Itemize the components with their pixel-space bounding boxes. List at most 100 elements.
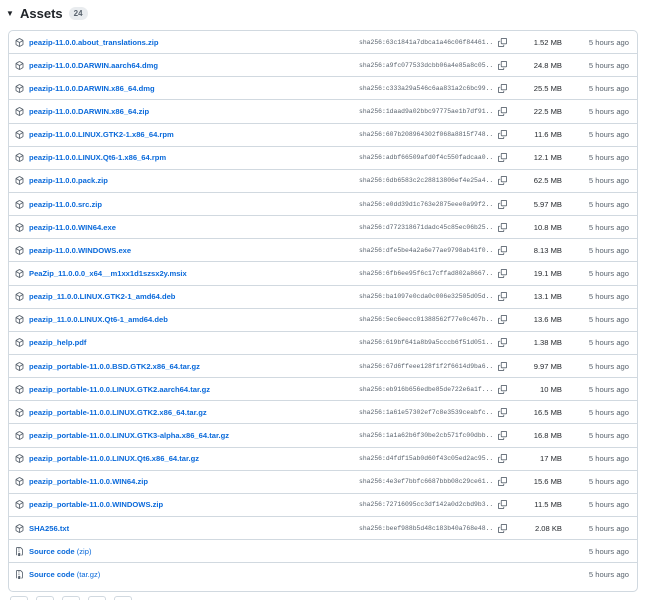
asset-download-link[interactable]: peazip-11.0.0.LINUX.GTK2-1.x86_64.rpm [29, 130, 174, 139]
copy-icon[interactable] [498, 222, 507, 232]
source-code-row: Source code (zip) 5 hours ago [9, 540, 637, 564]
asset-download-link[interactable]: peazip_help.pdf [29, 338, 86, 347]
copy-icon[interactable] [498, 523, 507, 533]
copy-icon[interactable] [498, 37, 507, 47]
copy-icon[interactable] [498, 245, 507, 255]
copy-icon[interactable] [498, 407, 507, 417]
asset-time: 5 hours ago [588, 523, 629, 533]
package-icon [15, 245, 24, 255]
asset-download-link[interactable]: peazip-11.0.0.DARWIN.x86_64.dmg [29, 84, 155, 93]
asset-download-link[interactable]: peazip-11.0.0.LINUX.Qt6-1.x86_64.rpm [29, 153, 166, 162]
asset-download-link[interactable]: peazip_portable-11.0.0.LINUX.GTK3-alpha.… [29, 431, 229, 440]
package-icon [15, 523, 24, 533]
copy-icon[interactable] [498, 430, 507, 440]
asset-row: peazip-11.0.0.DARWIN.x86_64.dmg sha256:c3… [9, 77, 637, 101]
reaction-button[interactable] [36, 596, 54, 600]
copy-icon[interactable] [498, 106, 507, 116]
asset-row: peazip_portable-11.0.0.LINUX.GTK2.x86_64… [9, 401, 637, 425]
asset-download-link[interactable]: peazip-11.0.0.pack.zip [29, 176, 108, 185]
asset-size: 8.13 MB [533, 245, 562, 255]
asset-sha256: sha256:1a61e57302ef7c8e3539ceabfc... [359, 408, 493, 416]
asset-time: 5 hours ago [588, 407, 629, 417]
copy-icon[interactable] [498, 361, 507, 371]
asset-download-link[interactable]: peazip-11.0.0.WIN64.exe [29, 223, 116, 232]
asset-download-link[interactable]: peazip_11.0.0.LINUX.Qt6-1_amd64.deb [29, 315, 168, 324]
copy-icon[interactable] [498, 176, 507, 186]
asset-download-link[interactable]: peazip-11.0.0.src.zip [29, 200, 102, 209]
asset-download-link[interactable]: peazip_portable-11.0.0.LINUX.GTK2.aarch6… [29, 385, 210, 394]
copy-icon[interactable] [498, 477, 507, 487]
asset-download-link[interactable]: peazip_portable-11.0.0.WIN64.zip [29, 477, 148, 486]
copy-icon[interactable] [498, 454, 507, 464]
asset-size: 15.6 MB [533, 477, 562, 487]
asset-size: 17 MB [540, 454, 562, 464]
package-icon [15, 176, 24, 186]
asset-download-link[interactable]: peazip_portable-11.0.0.LINUX.Qt6.x86_64.… [29, 454, 199, 463]
asset-sha256: sha256:d772318671dadc45c85ec06b25... [359, 223, 493, 231]
asset-size: 10.8 MB [533, 222, 562, 232]
asset-size: 11.5 MB [534, 500, 562, 510]
asset-time: 5 hours ago [588, 60, 629, 70]
asset-time: 5 hours ago [588, 153, 629, 163]
copy-icon[interactable] [498, 292, 507, 302]
copy-icon[interactable] [498, 338, 507, 348]
asset-row: peazip-11.0.0.DARWIN.x86_64.zip sha256:1d… [9, 100, 637, 124]
asset-row: peazip_11.0.0.LINUX.GTK2-1_amd64.deb sha2… [9, 286, 637, 309]
package-icon [15, 269, 24, 278]
package-icon [15, 315, 24, 325]
asset-download-link[interactable]: peazip_portable-11.0.0.BSD.GTK2.x86_64.t… [29, 362, 200, 371]
asset-download-link[interactable]: peazip-11.0.0.about_translations.zip [29, 38, 159, 47]
asset-size: 12.1 MB [533, 153, 562, 163]
reaction-button[interactable] [10, 596, 28, 600]
copy-icon[interactable] [498, 60, 507, 70]
asset-sha256: sha256:adbf66509afd0f4c550fadcaa0... [359, 154, 493, 162]
asset-download-link[interactable]: SHA256.txt [29, 524, 69, 533]
copy-icon[interactable] [498, 153, 507, 163]
asset-download-link[interactable]: peazip-11.0.0.DARWIN.aarch64.dmg [29, 61, 158, 70]
source-code-link[interactable]: Source code (zip) [29, 547, 91, 556]
asset-size: 16.5 MB [533, 407, 562, 417]
reaction-button[interactable] [114, 596, 132, 600]
copy-icon[interactable] [498, 384, 507, 394]
copy-icon[interactable] [498, 500, 507, 510]
asset-row: peazip_portable-11.0.0.BSD.GTK2.x86_64.t… [9, 355, 637, 379]
asset-row: peazip_11.0.0.LINUX.Qt6-1_amd64.deb sha25… [9, 309, 637, 332]
reaction-button[interactable] [88, 596, 106, 600]
asset-time: 5 hours ago [588, 106, 629, 116]
asset-download-link[interactable]: peazip_portable-11.0.0.LINUX.GTK2.x86_64… [29, 408, 207, 417]
package-icon [15, 361, 24, 371]
asset-sha256: sha256:e0dd39d1c763e2875eee0a99f2... [359, 200, 493, 208]
asset-download-link[interactable]: peazip-11.0.0.WINDOWS.exe [29, 246, 131, 255]
source-code-link[interactable]: Source code (tar.gz) [29, 570, 100, 579]
source-code-time: 5 hours ago [588, 546, 629, 556]
asset-size: 2.08 KB [534, 523, 562, 533]
copy-icon[interactable] [498, 268, 507, 278]
asset-time: 5 hours ago [588, 477, 629, 487]
asset-download-link[interactable]: peazip-11.0.0.DARWIN.x86_64.zip [29, 107, 149, 116]
file-zip-icon [15, 570, 24, 580]
copy-icon[interactable] [498, 130, 507, 140]
asset-sha256: sha256:63c1841a7dbca1a46c06f84461... [359, 38, 493, 46]
package-icon [15, 60, 24, 70]
asset-size: 1.38 MB [533, 338, 562, 348]
asset-download-link[interactable]: peazip_11.0.0.LINUX.GTK2-1_amd64.deb [29, 292, 175, 301]
asset-sha256: sha256:dfe5be4a2a6e77ae9798ab41f0... [359, 246, 493, 254]
asset-download-link[interactable]: peazip_portable-11.0.0.WINDOWS.zip [29, 500, 163, 509]
copy-icon[interactable] [498, 199, 507, 209]
asset-download-link[interactable]: PeaZip_11.0.0.0_x64__m1xx1d1szsx2y.msix [29, 269, 187, 278]
copy-icon[interactable] [498, 83, 507, 93]
copy-icon[interactable] [498, 315, 507, 325]
triangle-down-icon[interactable]: ▼ [6, 9, 18, 18]
assets-header[interactable]: ▼ Assets 24 [6, 4, 88, 22]
asset-time: 5 hours ago [588, 430, 629, 440]
asset-row: peazip-11.0.0.LINUX.GTK2-1.x86_64.rpm sha… [9, 124, 637, 147]
asset-row: peazip_portable-11.0.0.LINUX.GTK3-alpha.… [9, 424, 637, 448]
asset-size: 24.8 MB [533, 60, 562, 70]
asset-sha256: sha256:607b208964302f068a8815f748... [359, 131, 493, 139]
asset-row: peazip-11.0.0.src.zip sha256:e0dd39d1c763… [9, 193, 637, 217]
asset-size: 9.97 MB [533, 361, 562, 371]
asset-sha256: sha256:d4fdf15ab0d60f43c05ed2ac95... [359, 455, 493, 463]
asset-sha256: sha256:5ec6eecc01388562f77e0c467b... [359, 316, 493, 324]
reaction-button[interactable] [62, 596, 80, 600]
asset-sha256: sha256:1daad9a02bbc97775ae1b7df91... [359, 107, 493, 115]
